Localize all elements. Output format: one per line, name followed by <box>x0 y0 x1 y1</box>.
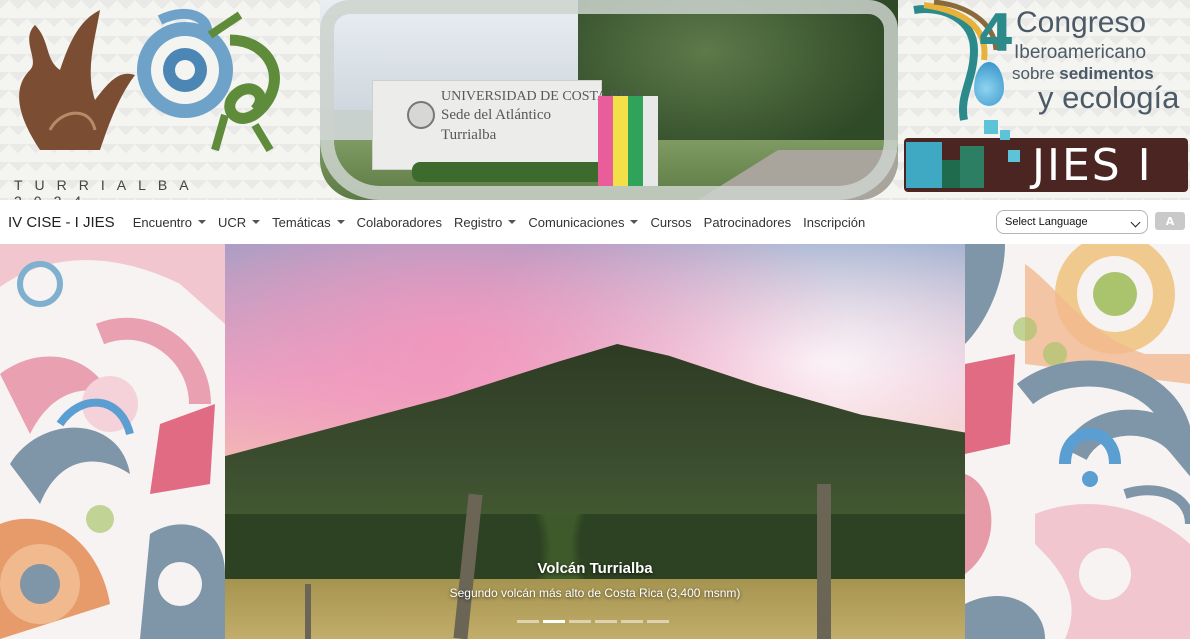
hedge <box>412 162 612 182</box>
right-decorative-panel <box>965 244 1190 639</box>
jies-mosaic <box>906 142 942 188</box>
floral-pattern-right <box>965 244 1190 639</box>
caret-down-icon <box>336 220 345 224</box>
water-drop-icon <box>974 62 1004 106</box>
carousel-indicator[interactable] <box>621 620 643 623</box>
hero-carousel[interactable]: Volcán Turrialba Segundo volcán más alto… <box>225 244 965 639</box>
chevron-down-icon <box>1130 217 1141 228</box>
caret-down-icon <box>197 220 206 224</box>
carousel-indicator[interactable] <box>595 620 617 623</box>
spiral-artwork <box>19 8 280 153</box>
caret-down-icon <box>508 220 517 224</box>
congress-word: Congreso <box>1016 6 1147 39</box>
color-columns <box>598 96 658 186</box>
carousel-indicator[interactable] <box>569 620 591 623</box>
logo-location-text: TURRIALBA2024 <box>14 177 201 200</box>
nav-comunicaciones[interactable]: Comunicaciones <box>528 215 639 230</box>
nav-registro[interactable]: Registro <box>454 215 517 230</box>
congress-iberoamericano: Iberoamericano <box>1014 42 1147 63</box>
caret-down-icon <box>630 220 639 224</box>
nav-colaboradores[interactable]: Colaboradores <box>357 215 442 230</box>
nav-tematicas[interactable]: Temáticas <box>272 215 345 230</box>
ucr-seal-icon <box>407 101 435 129</box>
nav-inscripcion[interactable]: Inscripción <box>803 215 865 230</box>
congress-number: 4 <box>978 4 1015 64</box>
sign-campus: Sede del Atlántico <box>441 107 551 123</box>
university-sign: UNIVERSIDAD DE COSTA RICA Sede del Atlán… <box>372 80 643 170</box>
navbar-brand[interactable]: IV CISE - I JIES <box>8 214 115 231</box>
campus-photo: UNIVERSIDAD DE COSTA RICA Sede del Atlán… <box>320 0 898 200</box>
nav-patrocinadores[interactable]: Patrocinadores <box>704 215 791 230</box>
congress-ecologia: y ecología <box>1038 80 1180 115</box>
carousel-indicator[interactable] <box>543 620 565 623</box>
carousel-title: Volcán Turrialba <box>537 560 653 577</box>
caret-down-icon <box>252 220 261 224</box>
carousel-indicator[interactable] <box>647 620 669 623</box>
nav-ucr[interactable]: UCR <box>218 215 261 230</box>
carousel-subtitle: Segundo volcán más alto de Costa Rica (3… <box>449 586 741 600</box>
main-navbar: IV CISE - I JIES Encuentro UCR Temáticas… <box>0 200 1190 244</box>
carousel-indicators <box>517 620 669 623</box>
turrialba-logo[interactable]: TURRIALBA2024 <box>0 0 320 200</box>
nav-encuentro[interactable]: Encuentro <box>133 215 206 230</box>
carousel-indicator[interactable] <box>517 620 539 623</box>
header-banner: TURRIALBA2024 UNIVERSIDAD DE COSTA RICA … <box>0 0 1190 200</box>
nav-cursos[interactable]: Cursos <box>650 215 691 230</box>
left-decorative-panel <box>0 244 225 639</box>
jies-label: JIES I <box>1032 140 1153 191</box>
language-select[interactable]: Select Language <box>996 210 1148 234</box>
translate-icon[interactable]: A <box>1155 212 1185 230</box>
congreso-logo[interactable]: 4 Congreso Iberoamericano sobre sediment… <box>898 0 1190 200</box>
sign-city: Turrialba <box>441 127 497 143</box>
floral-pattern-left <box>0 244 225 639</box>
